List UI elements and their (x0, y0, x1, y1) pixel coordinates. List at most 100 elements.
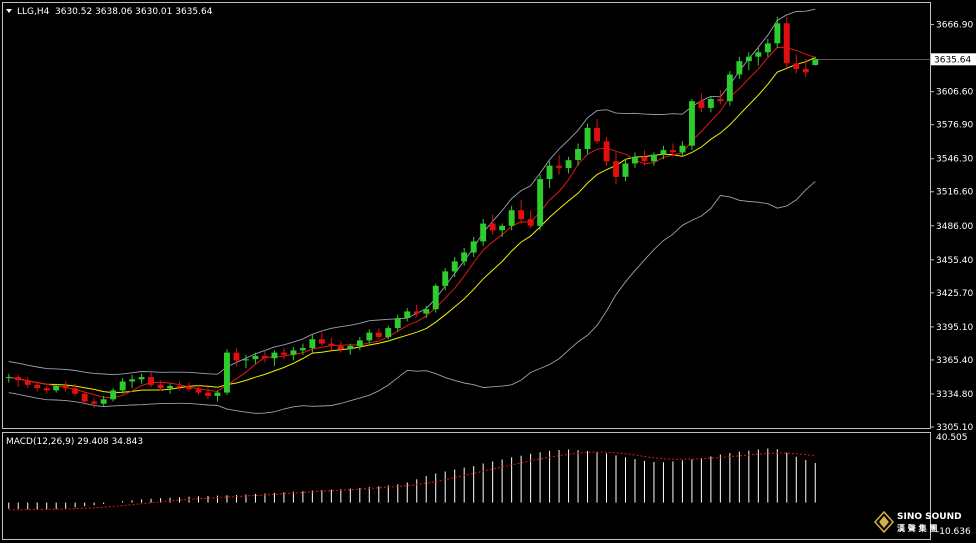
candle-body (423, 309, 430, 314)
candle-body (632, 156, 638, 164)
candle-body (366, 332, 373, 341)
candle-body (432, 285, 439, 310)
price-tick-label: 3425.70 (936, 289, 973, 299)
candle-body (252, 355, 259, 360)
candle (537, 174, 544, 231)
macd-tick-label: 40.505 (936, 433, 968, 443)
candle-body (53, 386, 60, 391)
candle-body (613, 161, 619, 177)
candle-body (394, 318, 401, 329)
candle-body (91, 401, 98, 404)
candle-body (480, 223, 487, 242)
candle-body (689, 101, 695, 146)
candle-body (110, 390, 117, 400)
candle-body (299, 348, 306, 351)
candle-body (556, 165, 562, 168)
price-tick-label: 3606.60 (936, 88, 973, 98)
candle-body (537, 179, 544, 226)
candle-body (176, 386, 183, 388)
candle-body (224, 352, 230, 393)
candle-body (5, 377, 12, 379)
candle-body (461, 252, 468, 262)
candle-body (233, 352, 240, 361)
candle-body (565, 160, 572, 168)
candle-body (214, 392, 221, 396)
candle-body (81, 393, 88, 402)
price-tick-label: 3395.10 (936, 323, 973, 333)
candle-body (508, 210, 515, 226)
candle-body (489, 223, 496, 231)
candle-body (622, 163, 629, 177)
candle-body (243, 359, 249, 361)
chart-ohlc: 3630.52 3638.06 3630.01 3635.64 (55, 7, 213, 17)
candle-body (527, 219, 534, 226)
candle-body (34, 384, 41, 389)
candle (726, 71, 733, 106)
candle-body (783, 23, 790, 64)
candle-body (575, 149, 581, 161)
price-tick-label: 3334.80 (936, 390, 973, 400)
candle-body (157, 384, 164, 389)
price-tick-label: 3305.10 (936, 423, 973, 433)
candle-body (603, 141, 610, 162)
candle (783, 16, 790, 68)
candle-body (385, 328, 392, 337)
candle-body (755, 52, 762, 57)
price-tick-label: 3486.00 (936, 222, 973, 232)
candle-body (812, 59, 819, 65)
candle-body (726, 74, 733, 102)
trading-chart[interactable]: 3666.903636.803606.603576.903546.303516.… (0, 0, 976, 543)
candle-body (707, 99, 714, 108)
candle-body (100, 399, 107, 404)
macd-label: MACD(12,26,9) 29.408 34.843 (6, 437, 143, 447)
candle-body (764, 43, 771, 53)
candle-body (129, 379, 136, 382)
candle-body (309, 339, 316, 349)
price-tick-label: 3516.60 (936, 188, 973, 198)
candle-body (584, 127, 591, 149)
price-tick-label: 3576.90 (936, 121, 973, 131)
candle-body (793, 63, 800, 69)
candle-body (271, 352, 278, 359)
candle-body (375, 332, 382, 337)
candle-body (745, 56, 752, 62)
candle-body (518, 210, 525, 220)
candle-body (347, 345, 354, 350)
logo-text-chinese: 漢 聲 集 團 (897, 523, 937, 533)
candle-body (594, 127, 600, 142)
candle-body (24, 380, 31, 385)
candle-body (186, 387, 192, 390)
last-price-label: 3635.64 (934, 55, 971, 65)
candle-body (651, 154, 657, 162)
candle-body (138, 377, 145, 380)
price-tick-label: 3546.30 (936, 155, 973, 165)
candle-body (15, 377, 22, 381)
candle-body (337, 345, 344, 350)
candle-body (62, 386, 69, 389)
last-price-tag: 3635.64 (931, 53, 976, 66)
candle-body (205, 392, 211, 396)
candle-body (698, 101, 705, 108)
candle-body (328, 343, 335, 346)
candle-body (195, 389, 202, 393)
chart-background (0, 0, 976, 543)
price-tick-label: 3455.40 (936, 256, 973, 266)
candle-body (43, 388, 50, 391)
candle (224, 349, 230, 395)
candle-body (318, 339, 325, 344)
candle-body (148, 377, 154, 385)
chart-symbol: LLG,H4 (17, 7, 50, 17)
candle-body (499, 225, 506, 231)
candle-body (442, 271, 449, 286)
candle-body (802, 69, 809, 73)
candle-body (660, 150, 667, 155)
candle-body (413, 311, 420, 314)
price-tick-label: 3666.90 (936, 21, 973, 31)
candle-body (262, 355, 268, 359)
candle-body (290, 350, 297, 355)
price-tick-label: 3365.40 (936, 356, 973, 366)
candle (689, 98, 695, 151)
candle-body (404, 311, 411, 319)
macd-tick-label: -10.636 (936, 527, 971, 537)
candle-body (546, 165, 553, 179)
